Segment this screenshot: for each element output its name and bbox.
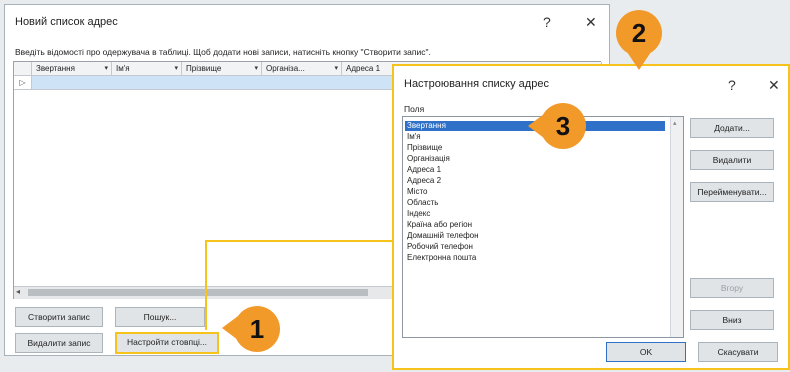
delete-entry-button[interactable]: Видалити запис bbox=[15, 333, 103, 353]
callout-number: 1 bbox=[234, 306, 280, 352]
row-header-corner bbox=[14, 62, 32, 76]
cancel-button[interactable]: Скасувати bbox=[698, 342, 778, 362]
ok-button[interactable]: OK bbox=[606, 342, 686, 362]
rename-field-button[interactable]: Перейменувати... bbox=[690, 182, 774, 202]
close-button[interactable]: ✕ bbox=[585, 15, 597, 29]
list-item[interactable]: Домашній телефон bbox=[407, 231, 479, 241]
chevron-down-icon[interactable]: ▾ bbox=[174, 62, 178, 75]
column-header[interactable]: Звертання ▾ bbox=[32, 62, 112, 76]
column-header[interactable]: Організа... ▾ bbox=[262, 62, 342, 76]
callout-connector bbox=[205, 240, 393, 242]
list-item[interactable]: Область bbox=[407, 198, 438, 208]
scroll-left-icon[interactable]: ◂ bbox=[16, 287, 20, 296]
callout-number: 3 bbox=[540, 103, 586, 149]
list-item[interactable]: Країна або регіон bbox=[407, 220, 472, 230]
close-button[interactable]: ✕ bbox=[768, 78, 780, 92]
dialog-title: Настроювання списку адрес bbox=[404, 78, 549, 90]
column-header[interactable]: Ім'я ▾ bbox=[112, 62, 182, 76]
find-button[interactable]: Пошук... bbox=[115, 307, 205, 327]
list-item[interactable]: Адреса 1 bbox=[407, 165, 441, 175]
callout-number: 2 bbox=[616, 10, 662, 56]
help-button[interactable]: ? bbox=[728, 78, 736, 92]
fields-listbox[interactable]: Звертання Ім'я Прізвище Організація Адре… bbox=[402, 116, 684, 338]
delete-field-button[interactable]: Видалити bbox=[690, 150, 774, 170]
vertical-scrollbar[interactable]: ▴ bbox=[670, 117, 683, 337]
list-item[interactable]: Місто bbox=[407, 187, 427, 197]
scroll-up-icon[interactable]: ▴ bbox=[673, 119, 677, 127]
move-up-button[interactable]: Вгору bbox=[690, 278, 774, 298]
instruction-text: Введіть відомості про одержувача в табли… bbox=[15, 47, 431, 57]
add-field-button[interactable]: Додати... bbox=[690, 118, 774, 138]
chevron-down-icon[interactable]: ▾ bbox=[254, 62, 258, 75]
customize-columns-button[interactable]: Настройти стовпці... bbox=[115, 332, 219, 354]
window-title: Новий список адрес bbox=[15, 16, 118, 28]
scroll-thumb[interactable] bbox=[28, 289, 368, 296]
row-selector[interactable]: ▷ bbox=[14, 76, 32, 90]
list-item[interactable]: Адреса 2 bbox=[407, 176, 441, 186]
list-item[interactable]: Електронна пошта bbox=[407, 253, 476, 263]
list-item[interactable]: Прізвище bbox=[407, 143, 442, 153]
list-item[interactable]: Робочий телефон bbox=[407, 242, 473, 252]
help-button[interactable]: ? bbox=[543, 15, 551, 29]
chevron-down-icon[interactable]: ▾ bbox=[104, 62, 108, 75]
chevron-down-icon[interactable]: ▾ bbox=[334, 62, 338, 75]
list-item[interactable]: Ім'я bbox=[407, 132, 421, 142]
callout-connector bbox=[205, 240, 207, 330]
list-item[interactable]: Індекс bbox=[407, 209, 430, 219]
fields-label: Поля bbox=[404, 104, 425, 114]
move-down-button[interactable]: Вниз bbox=[690, 310, 774, 330]
customize-address-list-dialog: Настроювання списку адрес ? ✕ Поля Зверт… bbox=[392, 64, 790, 370]
column-header[interactable]: Прізвище ▾ bbox=[182, 62, 262, 76]
list-item[interactable]: Організація bbox=[407, 154, 450, 164]
new-entry-button[interactable]: Створити запис bbox=[15, 307, 103, 327]
